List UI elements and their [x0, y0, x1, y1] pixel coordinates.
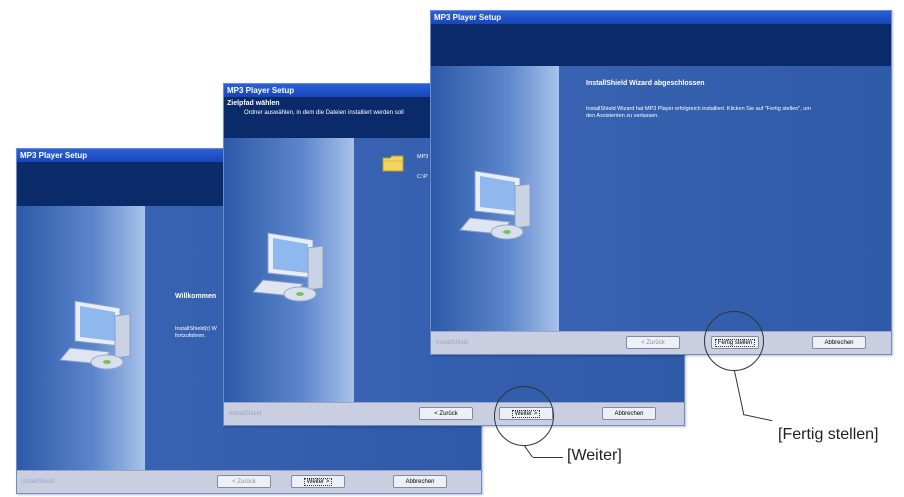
callout-line-fertig-vertical	[734, 370, 745, 415]
computer-cd-icon	[252, 232, 324, 302]
callout-label-weiter: [Weiter]	[567, 447, 622, 464]
content-text-line1: InstallShield Wizard hat MP3 Player erfo…	[586, 106, 811, 112]
cancel-button[interactable]: Abbrechen	[812, 336, 866, 349]
setup-window-finished: MP3 Player Setup InstallShield Wizard ab…	[430, 10, 892, 355]
folder-path: C:\P	[417, 174, 428, 180]
header-subtitle: Ordner auswählen, in dem die Dateien ins…	[244, 110, 404, 116]
content-title: Willkommen	[175, 293, 217, 300]
content-text-line2: den Assistenten zu verlassen.	[586, 113, 659, 119]
next-button-label: Weiter >	[303, 478, 333, 486]
window-footer: InstallShield < Zurück Weiter > Abbreche…	[17, 470, 481, 493]
window-footer: InstallShield < Zurück Weiter > Abbreche…	[224, 402, 684, 425]
highlight-circle-fertig	[704, 311, 764, 371]
callout-line-weiter-horizontal	[533, 457, 563, 458]
window-header	[431, 24, 891, 66]
computer-cd-icon	[59, 300, 131, 370]
content-title: InstallShield Wizard abgeschlossen	[586, 80, 705, 87]
cancel-button[interactable]: Abbrechen	[393, 475, 447, 488]
brand-label: InstallShield	[229, 411, 262, 417]
computer-cd-icon	[459, 170, 531, 240]
window-title: MP3 Player Setup	[431, 11, 891, 24]
brand-label: InstallShield	[436, 340, 469, 346]
callout-line-fertig-horizontal	[742, 414, 773, 422]
window-body: InstallShield Wizard abgeschlossen Insta…	[431, 66, 891, 332]
folder-icon	[382, 155, 404, 172]
next-button[interactable]: Weiter >	[291, 475, 345, 488]
content-text-line1: InstallShield(r) W	[175, 326, 217, 332]
highlight-circle-weiter	[494, 386, 554, 446]
content-text-line2: fortzufahren.	[175, 333, 206, 339]
callout-label-fertig: [Fertig stellen]	[778, 426, 879, 443]
cancel-button[interactable]: Abbrechen	[602, 407, 656, 420]
back-button[interactable]: < Zurück	[626, 336, 680, 349]
window-footer: InstallShield < Zurück Fertig stellen Ab…	[431, 331, 891, 354]
header-title: Zielpfad wählen	[227, 100, 280, 107]
back-button[interactable]: < Zurück	[217, 475, 271, 488]
back-button[interactable]: < Zurück	[419, 407, 473, 420]
brand-label: InstallShield	[22, 479, 55, 485]
folder-name: MP3	[417, 154, 429, 160]
callout-line-weiter-vertical	[524, 445, 533, 458]
